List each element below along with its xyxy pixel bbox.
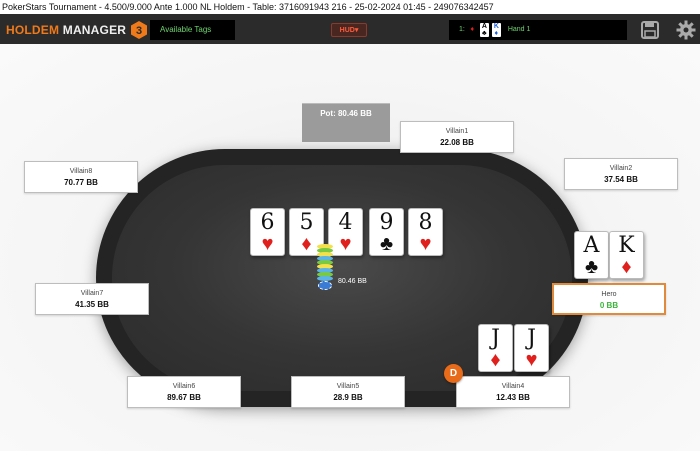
- seat-name: Villain8: [69, 168, 93, 175]
- hand-card-2: A ♣: [479, 23, 489, 37]
- seat-stack: 22.08 BB: [440, 138, 474, 147]
- seat-name: Villain2: [609, 165, 633, 172]
- hand-label: Hand 1: [507, 26, 531, 33]
- seat-stack: 12.43 BB: [496, 393, 530, 402]
- seat-stack: 28.9 BB: [333, 393, 363, 402]
- window-titlebar: PokerStars Tournament - 4.500/9.000 Ante…: [0, 0, 700, 14]
- save-button[interactable]: [640, 20, 660, 40]
- seat-stack: 89.67 BB: [167, 393, 201, 402]
- board-card-5: 8 ♥: [408, 208, 443, 256]
- hud-toggle-button[interactable]: HUD▾: [331, 23, 367, 37]
- seat-name: Villain7: [80, 290, 104, 297]
- seat-villain6[interactable]: Villain6 89.67 BB: [127, 376, 241, 408]
- pot-chip-stack-icon: [317, 244, 333, 290]
- available-tags-button[interactable]: Available Tags: [150, 20, 235, 40]
- hand-selector[interactable]: 1: ♦ A ♣ K ♦ Hand 1: [449, 20, 627, 40]
- seat-hero[interactable]: Hero 0 BB: [552, 283, 666, 315]
- board-card-4: 9 ♣: [369, 208, 404, 256]
- settings-button[interactable]: [676, 20, 696, 40]
- hand-card-3: K ♦: [491, 23, 501, 37]
- seat-stack: 70.77 BB: [64, 178, 98, 187]
- gear-icon: [676, 20, 696, 40]
- pot-display: Pot: 80.46 BB: [302, 103, 390, 142]
- seat-villain5[interactable]: Villain5 28.9 BB: [291, 376, 405, 408]
- hud-label: HUD: [339, 27, 355, 34]
- hand-card-1: ♦: [470, 26, 475, 33]
- hero-card-1: A ♣: [574, 231, 609, 279]
- seat-stack: 41.35 BB: [75, 300, 109, 309]
- hud-dropdown-icon: ▾: [354, 27, 359, 34]
- available-tags-label: Available Tags: [160, 25, 212, 34]
- save-icon: [641, 21, 659, 39]
- seat-stack: 37.54 BB: [604, 175, 638, 184]
- seat-villain7[interactable]: Villain7 41.35 BB: [35, 283, 149, 315]
- seat-stack: 0 BB: [599, 301, 619, 310]
- seat-villain2[interactable]: Villain2 37.54 BB: [564, 158, 678, 190]
- logo-text-holdem: HOLDEM: [6, 23, 60, 37]
- hand-number: 1:: [459, 26, 465, 33]
- seat-name: Villain5: [336, 383, 360, 390]
- villain4-card-2: J ♥: [514, 324, 549, 372]
- dealer-button-icon: D: [444, 364, 463, 383]
- seat-name: Hero: [601, 291, 617, 298]
- logo-badge-icon: 3: [131, 21, 148, 39]
- dealer-label: D: [449, 368, 458, 379]
- holdem-manager-logo: HOLDEM MANAGER 3: [6, 20, 149, 40]
- pot-chip-label: 80.46 BB: [338, 278, 367, 285]
- villain4-card-1: J ♦: [478, 324, 513, 372]
- pot-label: Pot: 80.46 BB: [320, 109, 372, 118]
- seat-villain4[interactable]: Villain4 12.43 BB: [456, 376, 570, 408]
- seat-name: Villain6: [172, 383, 196, 390]
- hero-card-2: K ♦: [609, 231, 644, 279]
- seat-villain1[interactable]: Villain1 22.08 BB: [400, 121, 514, 153]
- logo-text-manager: MANAGER: [62, 23, 127, 37]
- seat-name: Villain4: [501, 383, 525, 390]
- toolbar: HOLDEM MANAGER 3 Available Tags HUD▾ 1: …: [0, 14, 700, 44]
- logo-badge-number: 3: [136, 25, 142, 37]
- board-card-1: 6 ♥: [250, 208, 285, 256]
- board-card-3: 4 ♥: [328, 208, 363, 256]
- seat-name: Villain1: [445, 128, 469, 135]
- window-title: PokerStars Tournament - 4.500/9.000 Ante…: [2, 2, 494, 12]
- seat-villain8[interactable]: Villain8 70.77 BB: [24, 161, 138, 193]
